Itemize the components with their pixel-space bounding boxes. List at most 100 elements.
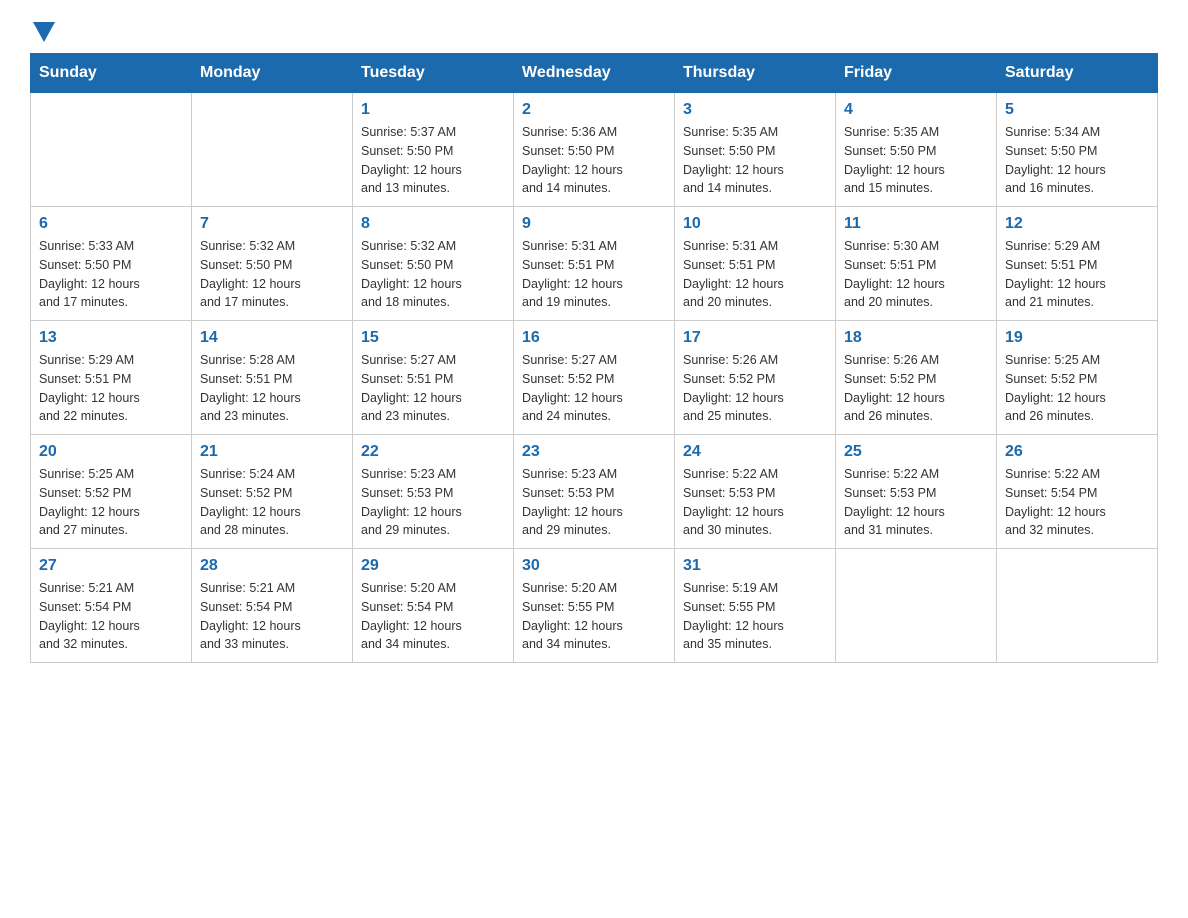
day-info: Sunrise: 5:31 AM Sunset: 5:51 PM Dayligh… <box>522 237 666 312</box>
day-info: Sunrise: 5:32 AM Sunset: 5:50 PM Dayligh… <box>361 237 505 312</box>
day-info: Sunrise: 5:25 AM Sunset: 5:52 PM Dayligh… <box>39 465 183 540</box>
weekday-header-saturday: Saturday <box>997 54 1158 93</box>
day-cell: 9 Sunrise: 5:31 AM Sunset: 5:51 PM Daylig… <box>514 207 675 321</box>
day-cell <box>192 93 353 207</box>
day-number: 5 <box>1005 101 1149 119</box>
calendar-table: SundayMondayTuesdayWednesdayThursdayFrid… <box>30 53 1158 663</box>
weekday-header-row: SundayMondayTuesdayWednesdayThursdayFrid… <box>31 54 1158 93</box>
day-info: Sunrise: 5:21 AM Sunset: 5:54 PM Dayligh… <box>200 579 344 654</box>
day-info: Sunrise: 5:34 AM Sunset: 5:50 PM Dayligh… <box>1005 123 1149 198</box>
day-number: 13 <box>39 329 183 347</box>
day-info: Sunrise: 5:27 AM Sunset: 5:51 PM Dayligh… <box>361 351 505 426</box>
day-cell: 30 Sunrise: 5:20 AM Sunset: 5:55 PM Dayli… <box>514 549 675 663</box>
logo <box>30 20 55 43</box>
page-header <box>30 20 1158 43</box>
day-info: Sunrise: 5:23 AM Sunset: 5:53 PM Dayligh… <box>361 465 505 540</box>
day-number: 3 <box>683 101 827 119</box>
day-cell: 5 Sunrise: 5:34 AM Sunset: 5:50 PM Daylig… <box>997 93 1158 207</box>
day-cell: 17 Sunrise: 5:26 AM Sunset: 5:52 PM Dayli… <box>675 321 836 435</box>
day-cell: 2 Sunrise: 5:36 AM Sunset: 5:50 PM Daylig… <box>514 93 675 207</box>
day-info: Sunrise: 5:26 AM Sunset: 5:52 PM Dayligh… <box>844 351 988 426</box>
day-cell: 3 Sunrise: 5:35 AM Sunset: 5:50 PM Daylig… <box>675 93 836 207</box>
day-cell: 4 Sunrise: 5:35 AM Sunset: 5:50 PM Daylig… <box>836 93 997 207</box>
day-number: 25 <box>844 443 988 461</box>
day-cell: 27Sunrise: 5:21 AM Sunset: 5:54 PM Dayli… <box>31 549 192 663</box>
day-cell: 7Sunrise: 5:32 AM Sunset: 5:50 PM Daylig… <box>192 207 353 321</box>
day-info: Sunrise: 5:20 AM Sunset: 5:54 PM Dayligh… <box>361 579 505 654</box>
day-info: Sunrise: 5:26 AM Sunset: 5:52 PM Dayligh… <box>683 351 827 426</box>
day-cell: 18 Sunrise: 5:26 AM Sunset: 5:52 PM Dayli… <box>836 321 997 435</box>
day-cell: 13 Sunrise: 5:29 AM Sunset: 5:51 PM Dayli… <box>31 321 192 435</box>
week-row-1: 1Sunrise: 5:37 AM Sunset: 5:50 PM Daylig… <box>31 93 1158 207</box>
day-number: 21 <box>200 443 344 461</box>
day-cell: 19Sunrise: 5:25 AM Sunset: 5:52 PM Dayli… <box>997 321 1158 435</box>
day-number: 9 <box>522 215 666 233</box>
day-number: 26 <box>1005 443 1149 461</box>
day-cell: 14 Sunrise: 5:28 AM Sunset: 5:51 PM Dayli… <box>192 321 353 435</box>
week-row-4: 20 Sunrise: 5:25 AM Sunset: 5:52 PM Dayli… <box>31 435 1158 549</box>
day-number: 28 <box>200 557 344 575</box>
day-info: Sunrise: 5:30 AM Sunset: 5:51 PM Dayligh… <box>844 237 988 312</box>
day-cell: 24Sunrise: 5:22 AM Sunset: 5:53 PM Dayli… <box>675 435 836 549</box>
weekday-header-sunday: Sunday <box>31 54 192 93</box>
day-cell: 31Sunrise: 5:19 AM Sunset: 5:55 PM Dayli… <box>675 549 836 663</box>
day-cell: 25Sunrise: 5:22 AM Sunset: 5:53 PM Dayli… <box>836 435 997 549</box>
week-row-2: 6Sunrise: 5:33 AM Sunset: 5:50 PM Daylig… <box>31 207 1158 321</box>
day-info: Sunrise: 5:35 AM Sunset: 5:50 PM Dayligh… <box>683 123 827 198</box>
day-cell: 26Sunrise: 5:22 AM Sunset: 5:54 PM Dayli… <box>997 435 1158 549</box>
day-cell: 6Sunrise: 5:33 AM Sunset: 5:50 PM Daylig… <box>31 207 192 321</box>
day-number: 30 <box>522 557 666 575</box>
day-number: 22 <box>361 443 505 461</box>
day-cell <box>997 549 1158 663</box>
day-number: 15 <box>361 329 505 347</box>
weekday-header-wednesday: Wednesday <box>514 54 675 93</box>
weekday-header-friday: Friday <box>836 54 997 93</box>
day-info: Sunrise: 5:29 AM Sunset: 5:51 PM Dayligh… <box>1005 237 1149 312</box>
day-cell: 10Sunrise: 5:31 AM Sunset: 5:51 PM Dayli… <box>675 207 836 321</box>
day-number: 18 <box>844 329 988 347</box>
day-info: Sunrise: 5:27 AM Sunset: 5:52 PM Dayligh… <box>522 351 666 426</box>
day-cell: 12 Sunrise: 5:29 AM Sunset: 5:51 PM Dayli… <box>997 207 1158 321</box>
week-row-5: 27Sunrise: 5:21 AM Sunset: 5:54 PM Dayli… <box>31 549 1158 663</box>
day-info: Sunrise: 5:19 AM Sunset: 5:55 PM Dayligh… <box>683 579 827 654</box>
day-cell: 11 Sunrise: 5:30 AM Sunset: 5:51 PM Dayli… <box>836 207 997 321</box>
day-cell: 15 Sunrise: 5:27 AM Sunset: 5:51 PM Dayli… <box>353 321 514 435</box>
day-cell: 8Sunrise: 5:32 AM Sunset: 5:50 PM Daylig… <box>353 207 514 321</box>
day-info: Sunrise: 5:25 AM Sunset: 5:52 PM Dayligh… <box>1005 351 1149 426</box>
day-info: Sunrise: 5:28 AM Sunset: 5:51 PM Dayligh… <box>200 351 344 426</box>
weekday-header-thursday: Thursday <box>675 54 836 93</box>
day-info: Sunrise: 5:21 AM Sunset: 5:54 PM Dayligh… <box>39 579 183 654</box>
day-info: Sunrise: 5:23 AM Sunset: 5:53 PM Dayligh… <box>522 465 666 540</box>
day-number: 4 <box>844 101 988 119</box>
day-number: 10 <box>683 215 827 233</box>
day-info: Sunrise: 5:24 AM Sunset: 5:52 PM Dayligh… <box>200 465 344 540</box>
day-cell: 16Sunrise: 5:27 AM Sunset: 5:52 PM Dayli… <box>514 321 675 435</box>
day-cell: 23 Sunrise: 5:23 AM Sunset: 5:53 PM Dayli… <box>514 435 675 549</box>
day-cell: 21 Sunrise: 5:24 AM Sunset: 5:52 PM Dayli… <box>192 435 353 549</box>
week-row-3: 13 Sunrise: 5:29 AM Sunset: 5:51 PM Dayli… <box>31 321 1158 435</box>
day-info: Sunrise: 5:35 AM Sunset: 5:50 PM Dayligh… <box>844 123 988 198</box>
day-number: 14 <box>200 329 344 347</box>
day-info: Sunrise: 5:36 AM Sunset: 5:50 PM Dayligh… <box>522 123 666 198</box>
day-cell: 1Sunrise: 5:37 AM Sunset: 5:50 PM Daylig… <box>353 93 514 207</box>
day-cell: 20 Sunrise: 5:25 AM Sunset: 5:52 PM Dayli… <box>31 435 192 549</box>
day-number: 12 <box>1005 215 1149 233</box>
day-cell <box>31 93 192 207</box>
day-number: 11 <box>844 215 988 233</box>
day-number: 23 <box>522 443 666 461</box>
day-number: 20 <box>39 443 183 461</box>
weekday-header-tuesday: Tuesday <box>353 54 514 93</box>
day-number: 17 <box>683 329 827 347</box>
day-number: 2 <box>522 101 666 119</box>
day-info: Sunrise: 5:33 AM Sunset: 5:50 PM Dayligh… <box>39 237 183 312</box>
day-info: Sunrise: 5:29 AM Sunset: 5:51 PM Dayligh… <box>39 351 183 426</box>
day-cell <box>836 549 997 663</box>
logo-triangle-icon <box>33 22 55 42</box>
day-number: 29 <box>361 557 505 575</box>
day-cell: 29 Sunrise: 5:20 AM Sunset: 5:54 PM Dayli… <box>353 549 514 663</box>
weekday-header-monday: Monday <box>192 54 353 93</box>
day-info: Sunrise: 5:20 AM Sunset: 5:55 PM Dayligh… <box>522 579 666 654</box>
day-cell: 22 Sunrise: 5:23 AM Sunset: 5:53 PM Dayli… <box>353 435 514 549</box>
day-number: 1 <box>361 101 505 119</box>
day-info: Sunrise: 5:22 AM Sunset: 5:53 PM Dayligh… <box>683 465 827 540</box>
